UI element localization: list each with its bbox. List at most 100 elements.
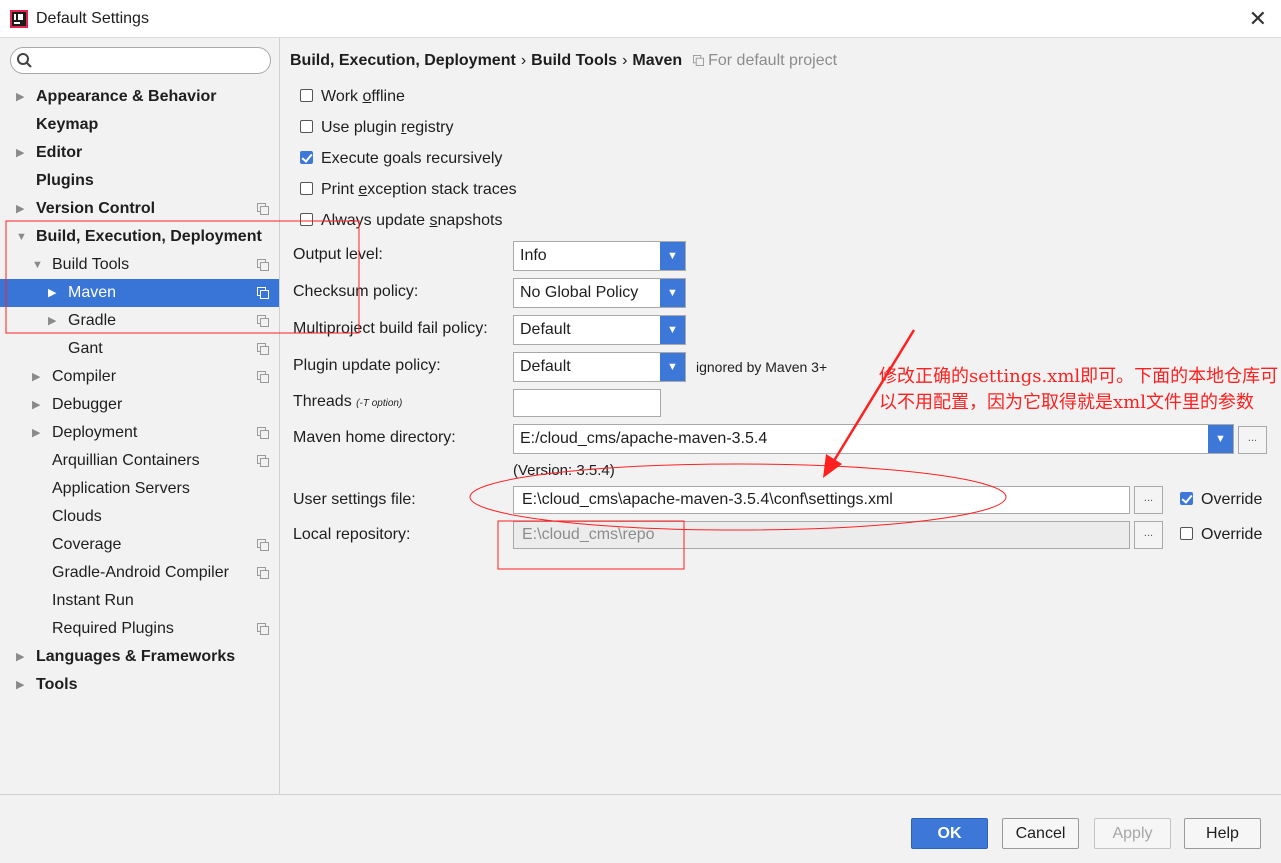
user-settings-label: User settings file: [293, 491, 416, 508]
sidebar-item-label: Deployment [52, 424, 138, 441]
sidebar-item-plugins[interactable]: Plugins [0, 167, 279, 195]
collapse-arrow-icon: ▼ [16, 231, 27, 243]
annotation-note: 修改正确的settings.xml即可。下面的本地仓库可以不用配置，因为它取得就… [879, 366, 1279, 413]
project-copy-icon [257, 623, 269, 635]
help-button[interactable]: Help [1184, 818, 1261, 849]
sidebar-item-label: Languages & Frameworks [36, 648, 236, 665]
sidebar-item-debugger[interactable]: ▶ Debugger [0, 391, 279, 419]
checkbox-box[interactable] [300, 213, 313, 226]
local-repository-input[interactable]: E:\cloud_cms\repo [513, 521, 1130, 549]
breadcrumb-part: Build Tools [531, 52, 618, 69]
sidebar-item-build-execution-deployment[interactable]: ▼ Build, Execution, Deployment [0, 223, 279, 251]
sidebar-item-appearance-behavior[interactable]: ▶ Appearance & Behavior [0, 83, 279, 111]
multiproject-fail-policy-select[interactable]: Default ▼ [513, 315, 686, 345]
dialog-footer: OK Cancel Apply Help [0, 794, 1281, 863]
chevron-down-icon[interactable]: ▼ [1208, 425, 1233, 453]
maven-home-browse-button[interactable]: ... [1238, 426, 1267, 454]
checkbox-box[interactable] [300, 120, 313, 133]
expand-arrow-icon: ▶ [48, 287, 57, 299]
maven-home-select[interactable]: E:/cloud_cms/apache-maven-3.5.4 ▼ [513, 424, 1234, 454]
sidebar-item-label: Clouds [52, 508, 102, 525]
sidebar-item-required-plugins[interactable]: Required Plugins [0, 615, 279, 643]
always-update-snapshots-checkbox[interactable]: Always update snapshots [300, 212, 502, 234]
execute-goals-recursively-checkbox[interactable]: Execute goals recursively [300, 150, 502, 172]
checkbox-box[interactable] [300, 182, 313, 195]
threads-label: Threads (-T option) [293, 393, 402, 411]
ok-button[interactable]: OK [911, 818, 988, 849]
checkbox-box[interactable] [300, 89, 313, 102]
multiproject-fail-policy-value: Default [520, 321, 571, 338]
sidebar-item-tools[interactable]: ▶ Tools [0, 671, 279, 699]
sidebar-item-label: Application Servers [52, 480, 190, 497]
print-exception-stack-traces-checkbox[interactable]: Print exception stack traces [300, 181, 517, 203]
close-icon[interactable]: ✕ [1249, 6, 1267, 32]
checkbox-label: oals recursively [392, 150, 503, 167]
checkbox-label: Print [321, 181, 359, 198]
sidebar-item-clouds[interactable]: Clouds [0, 503, 279, 531]
user-settings-input[interactable]: E:\cloud_cms\apache-maven-3.5.4\conf\set… [513, 486, 1130, 514]
checksum-policy-select[interactable]: No Global Policy ▼ [513, 278, 686, 308]
sidebar-item-languages-frameworks[interactable]: ▶ Languages & Frameworks [0, 643, 279, 671]
sidebar-item-application-servers[interactable]: Application Servers [0, 475, 279, 503]
sidebar-item-editor[interactable]: ▶ Editor [0, 139, 279, 167]
project-note-text: For default project [708, 52, 838, 69]
checkbox-label: xception stack traces [367, 181, 517, 198]
plugin-update-policy-value: Default [520, 358, 571, 375]
sidebar-item-maven[interactable]: ▶ Maven [0, 279, 279, 307]
collapse-arrow-icon: ▼ [32, 259, 43, 271]
breadcrumb-part: Build, Execution, Deployment [290, 52, 516, 69]
checksum-policy-value: No Global Policy [520, 284, 639, 301]
sidebar-item-compiler[interactable]: ▶ Compiler [0, 363, 279, 391]
ignored-by-maven-note: ignored by Maven 3+ [696, 359, 828, 375]
plugin-update-policy-select[interactable]: Default ▼ [513, 352, 686, 382]
maven-home-value: E:/cloud_cms/apache-maven-3.5.4 [520, 430, 768, 447]
sidebar-item-build-tools[interactable]: ▼ Build Tools [0, 251, 279, 279]
multiproject-fail-policy-label: Multiproject build fail policy: [293, 320, 488, 337]
sidebar-item-keymap[interactable]: Keymap [0, 111, 279, 139]
sidebar-item-instant-run[interactable]: Instant Run [0, 587, 279, 615]
local-repository-override-checkbox[interactable]: Override [1180, 526, 1262, 548]
checkbox-box-checked[interactable] [1180, 492, 1193, 505]
project-copy-icon [257, 315, 269, 327]
sidebar-item-version-control[interactable]: ▶ Version Control [0, 195, 279, 223]
use-plugin-registry-checkbox[interactable]: Use plugin registry [300, 119, 454, 141]
checkbox-label: Always update [321, 212, 430, 229]
checksum-policy-label: Checksum policy: [293, 283, 419, 300]
expand-arrow-icon: ▶ [16, 679, 25, 691]
checkbox-box[interactable] [1180, 527, 1193, 540]
project-copy-icon [257, 259, 269, 271]
sidebar-item-deployment[interactable]: ▶ Deployment [0, 419, 279, 447]
sidebar-item-gant[interactable]: Gant [0, 335, 279, 363]
search-input[interactable] [10, 47, 271, 74]
work-offline-checkbox[interactable]: Work offline [300, 88, 405, 110]
threads-input[interactable] [513, 389, 661, 417]
checkbox-label-mnemonic: s [429, 212, 438, 229]
chevron-down-icon[interactable]: ▼ [660, 242, 685, 270]
project-copy-icon [257, 343, 269, 355]
sidebar-item-arquillian-containers[interactable]: Arquillian Containers [0, 447, 279, 475]
chevron-down-icon[interactable]: ▼ [660, 279, 685, 307]
checkbox-label: napshots [437, 212, 503, 229]
breadcrumb-part: Maven [632, 52, 683, 69]
sidebar-item-label: Required Plugins [52, 620, 174, 637]
output-level-select[interactable]: Info ▼ [513, 241, 686, 271]
override-label: Override [1201, 526, 1263, 543]
local-repository-browse-button[interactable]: ... [1134, 521, 1163, 549]
sidebar-item-label: Build Tools [52, 256, 130, 273]
apply-button[interactable]: Apply [1094, 818, 1171, 849]
chevron-down-icon[interactable]: ▼ [660, 353, 685, 381]
sidebar-item-coverage[interactable]: Coverage [0, 531, 279, 559]
sidebar-item-label: Debugger [52, 396, 123, 413]
user-settings-override-checkbox[interactable]: Override [1180, 491, 1262, 513]
expand-arrow-icon: ▶ [16, 147, 25, 159]
chevron-down-icon[interactable]: ▼ [660, 316, 685, 344]
sidebar-item-gradle[interactable]: ▶ Gradle [0, 307, 279, 335]
title-bar: Default Settings ✕ [0, 0, 1281, 38]
sidebar-item-label: Coverage [52, 536, 122, 553]
checkbox-box-checked[interactable] [300, 151, 313, 164]
cancel-button[interactable]: Cancel [1002, 818, 1079, 849]
sidebar-item-gradle-android-compiler[interactable]: Gradle-Android Compiler [0, 559, 279, 587]
intellij-app-icon [10, 10, 28, 28]
expand-arrow-icon: ▶ [32, 399, 41, 411]
user-settings-browse-button[interactable]: ... [1134, 486, 1163, 514]
